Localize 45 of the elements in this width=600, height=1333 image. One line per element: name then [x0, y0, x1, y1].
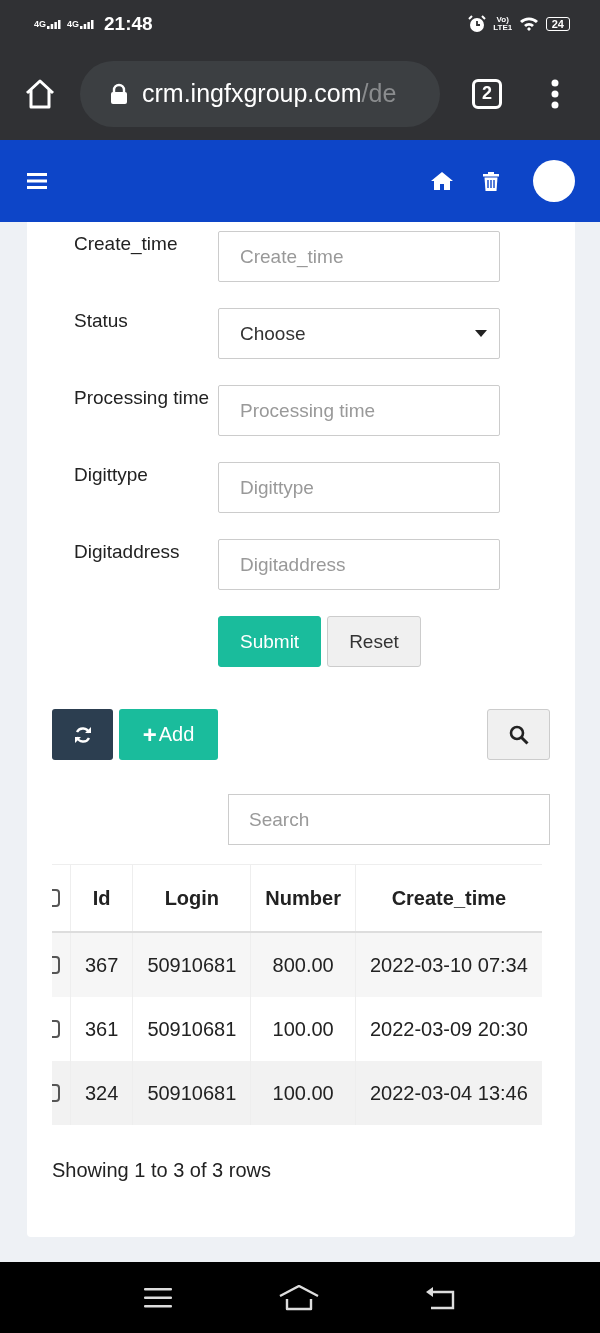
url-host: crm.ingfxgroup.com: [142, 79, 362, 107]
trash-icon[interactable]: [483, 171, 499, 191]
search-field[interactable]: Search: [228, 794, 550, 845]
field-label: Create_time: [73, 232, 179, 255]
table-cell: 2022-03-10 07:34: [355, 932, 542, 997]
tab-count-button[interactable]: 2: [472, 78, 502, 109]
table-cell: 324: [70, 1061, 133, 1125]
reset-button[interactable]: Reset: [327, 616, 421, 667]
table-cell: 50910681: [132, 932, 251, 997]
input-field[interactable]: Processing time: [218, 385, 500, 436]
back-icon[interactable]: [426, 1285, 457, 1310]
caret-icon: [475, 330, 487, 337]
field-label: Digitaddress: [73, 540, 181, 563]
field-label: Processing time: [73, 386, 211, 409]
table-cell: 367: [70, 932, 133, 997]
clock-time: 21:48: [104, 12, 153, 35]
field-label: Status: [73, 309, 129, 332]
pagination-summary: Showing 1 to 3 of 3 rows: [52, 1159, 272, 1182]
url-path: /de: [361, 79, 397, 107]
menu-icon[interactable]: [143, 1286, 172, 1309]
table-cell: 50910681: [132, 1061, 251, 1125]
input-field[interactable]: Digitaddress: [218, 539, 500, 590]
alarm-icon: [467, 14, 486, 33]
avatar[interactable]: [533, 160, 575, 202]
more-icon[interactable]: [550, 78, 560, 109]
battery-indicator: 24: [545, 16, 570, 31]
status-dropdown[interactable]: Choose: [218, 308, 500, 359]
search-button[interactable]: [487, 709, 550, 760]
field-label: Digittype: [73, 463, 149, 486]
wifi-icon: [519, 16, 540, 31]
search-icon: [508, 724, 529, 745]
refresh-button[interactable]: [52, 709, 113, 760]
table-cell: 800.00: [250, 932, 356, 997]
menu-icon[interactable]: [27, 172, 47, 190]
input-field[interactable]: Digittype: [218, 462, 500, 513]
home-icon[interactable]: [431, 172, 453, 190]
input-field[interactable]: Create_time: [218, 231, 500, 282]
refresh-icon: [73, 725, 92, 744]
table-cell: 2022-03-04 13:46: [355, 1061, 542, 1125]
home-icon[interactable]: [279, 1284, 319, 1311]
volte-indicator: Vo) LTE1: [492, 15, 514, 32]
lock-icon: [110, 82, 128, 105]
home-icon[interactable]: [24, 77, 56, 110]
address-bar[interactable]: crm.ingfxgroup.com/de: [80, 60, 440, 127]
table-cell: 100.00: [250, 1061, 356, 1125]
